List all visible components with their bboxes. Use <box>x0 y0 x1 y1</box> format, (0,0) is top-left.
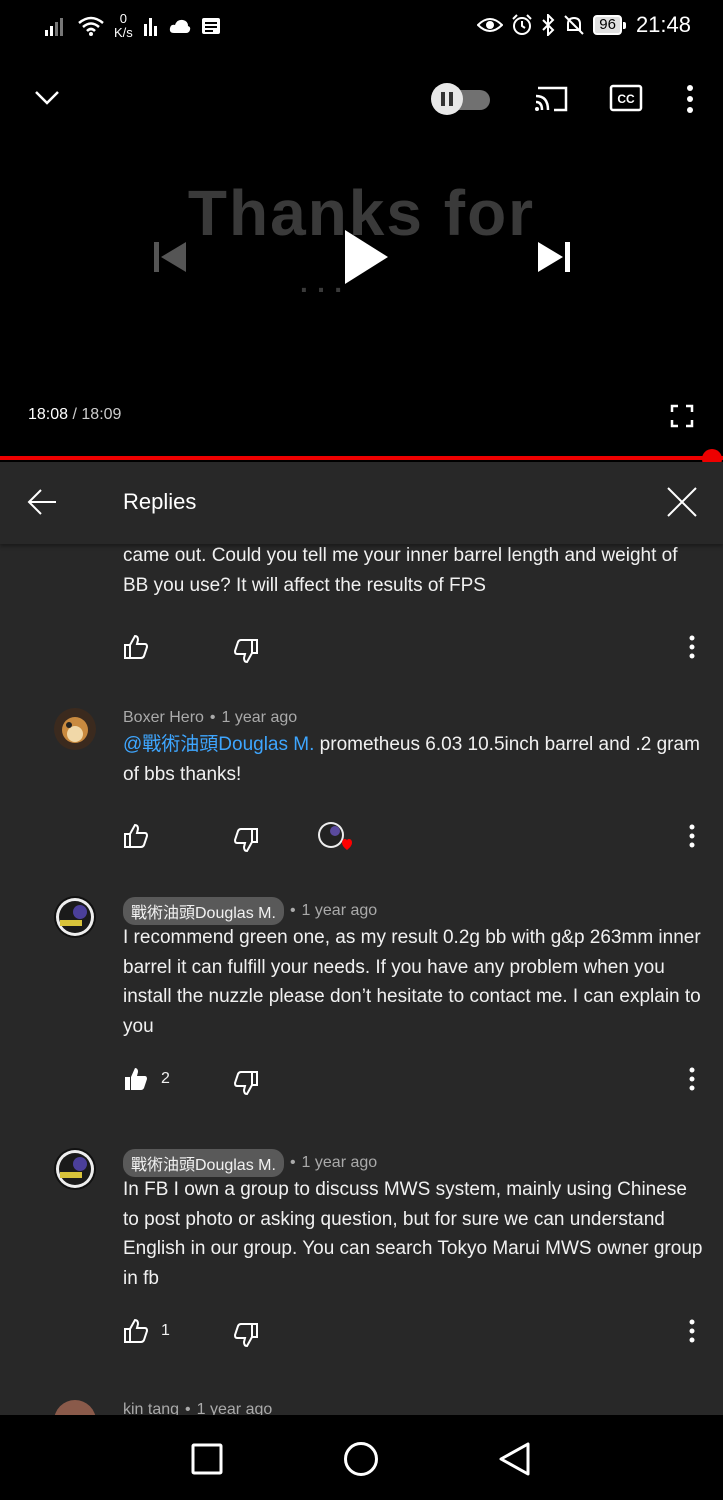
panel-header: Replies <box>0 462 723 544</box>
status-bar: 0 K/s 96 21:48 <box>0 0 723 56</box>
meta-separator: • <box>289 902 296 919</box>
avatar[interactable] <box>54 1400 96 1415</box>
avatar[interactable] <box>54 1148 96 1190</box>
comment-meta: Boxer Hero • 1 year ago <box>123 709 297 727</box>
comment-meta: kin tang • 1 year ago <box>123 1401 272 1415</box>
dislike-button[interactable] <box>233 1322 259 1348</box>
comment-meta: 戰術油頭Douglas M. • 1 year ago <box>123 897 377 925</box>
like-button[interactable] <box>123 823 149 849</box>
time-separator: / <box>68 406 82 423</box>
battery-indicator: 96 <box>593 15 626 35</box>
data-activity-icon <box>143 18 157 36</box>
dislike-button[interactable] <box>233 638 259 664</box>
system-nav-bar <box>0 1415 723 1500</box>
comment-age: 1 year ago <box>196 1401 273 1415</box>
bluetooth-icon <box>542 14 555 36</box>
duration: 18:09 <box>81 406 122 423</box>
comment-actions <box>123 634 703 664</box>
cast-icon[interactable] <box>534 84 570 114</box>
chevron-down-icon[interactable] <box>34 90 60 106</box>
home-icon[interactable] <box>343 1441 379 1477</box>
eye-icon <box>477 18 504 32</box>
like-button[interactable]: 2 <box>123 1066 170 1092</box>
like-button[interactable]: 1 <box>123 1318 170 1344</box>
comment-text: I recommend green one, as my result 0.2g… <box>123 927 701 1037</box>
progress-bar[interactable] <box>0 456 723 460</box>
autoplay-toggle[interactable] <box>430 82 492 121</box>
comment-meta: 戰術油頭Douglas M. • 1 year ago <box>123 1149 377 1177</box>
comment-age: 1 year ago <box>221 709 298 726</box>
comment-text: In FB I own a group to discuss MWS syste… <box>123 1179 703 1289</box>
thumbs-down-icon <box>233 639 258 664</box>
thumbs-up-icon <box>124 823 149 848</box>
comment-more-icon[interactable] <box>688 634 696 660</box>
video-frame-fragment: · · · <box>300 274 344 305</box>
status-left: 0 K/s <box>44 12 221 40</box>
replies-list[interactable]: came out. Could you tell me your inner b… <box>0 544 723 1415</box>
comment-author-chip[interactable]: 戰術油頭Douglas M. <box>123 1149 284 1177</box>
signal-icon <box>45 18 63 36</box>
avatar[interactable] <box>54 708 96 750</box>
meta-separator: • <box>289 1154 296 1171</box>
dislike-button[interactable] <box>233 827 259 853</box>
speed-value: 0 <box>119 11 128 26</box>
thumbs-up-icon <box>124 1318 149 1343</box>
comment-more-icon[interactable] <box>688 1066 696 1092</box>
next-icon[interactable] <box>536 240 572 274</box>
wifi-icon <box>78 16 104 36</box>
comment-author-chip[interactable]: 戰術油頭Douglas M. <box>123 897 284 925</box>
like-count: 1 <box>161 1322 170 1339</box>
comment-text: @戰術油頭Douglas M. prometheus 6.03 10.5inch… <box>123 730 703 789</box>
comment-age: 1 year ago <box>301 1154 378 1171</box>
comment-actions: 2 <box>123 1066 703 1096</box>
recents-icon[interactable] <box>191 1443 223 1475</box>
dislike-button[interactable] <box>233 1070 259 1096</box>
more-options-icon[interactable] <box>684 84 696 114</box>
thumbs-up-icon <box>124 634 149 659</box>
thumbs-down-icon <box>233 1323 258 1348</box>
captions-icon[interactable]: CC <box>609 83 643 113</box>
creator-heart-badge <box>317 821 353 853</box>
speed-unit: K/s <box>114 25 133 40</box>
thumbs-down-icon <box>233 1071 258 1096</box>
current-time: 18:08 <box>28 406 69 423</box>
comment-author[interactable]: Boxer Hero <box>123 709 204 727</box>
close-icon[interactable] <box>666 486 698 518</box>
comment-more-icon[interactable] <box>688 823 696 849</box>
panel-title: Replies <box>123 489 197 514</box>
message-icon <box>201 18 220 34</box>
alarm-icon <box>512 14 532 35</box>
replies-panel: Replies came out. Could you tell me your… <box>0 462 723 1415</box>
playback-time: 18:08 / 18:09 <box>28 406 121 424</box>
mute-bell-icon <box>564 15 584 35</box>
avatar[interactable] <box>54 896 96 938</box>
like-button[interactable] <box>123 634 149 660</box>
clock: 21:48 <box>635 12 691 37</box>
previous-icon[interactable] <box>152 240 188 274</box>
video-player[interactable]: Thanks for · · · CC 18:08 / 18:09 <box>0 56 723 456</box>
thumbs-up-filled-icon <box>125 1068 147 1090</box>
like-count: 2 <box>161 1070 170 1087</box>
thumbs-down-icon <box>233 828 258 853</box>
comment-actions <box>123 821 703 853</box>
back-icon[interactable] <box>498 1441 532 1477</box>
meta-separator: • <box>185 1401 191 1415</box>
status-right: 96 21:48 <box>477 12 691 38</box>
comment-actions: 1 <box>123 1318 703 1348</box>
fullscreen-icon[interactable] <box>670 404 694 428</box>
svg-text:CC: CC <box>617 92 635 106</box>
back-arrow-icon[interactable] <box>26 487 58 517</box>
comment-author[interactable]: kin tang <box>123 1401 179 1415</box>
heart-icon <box>342 839 352 850</box>
cloud-icon <box>169 19 191 33</box>
comment-more-icon[interactable] <box>688 1318 696 1344</box>
comment-text: came out. Could you tell me your inner b… <box>123 545 678 596</box>
comment-age: 1 year ago <box>301 902 378 919</box>
mention-link[interactable]: @戰術油頭Douglas M. <box>123 734 314 755</box>
network-speed: 0 K/s <box>114 12 133 40</box>
meta-separator: • <box>209 709 216 726</box>
play-icon[interactable] <box>342 228 390 286</box>
